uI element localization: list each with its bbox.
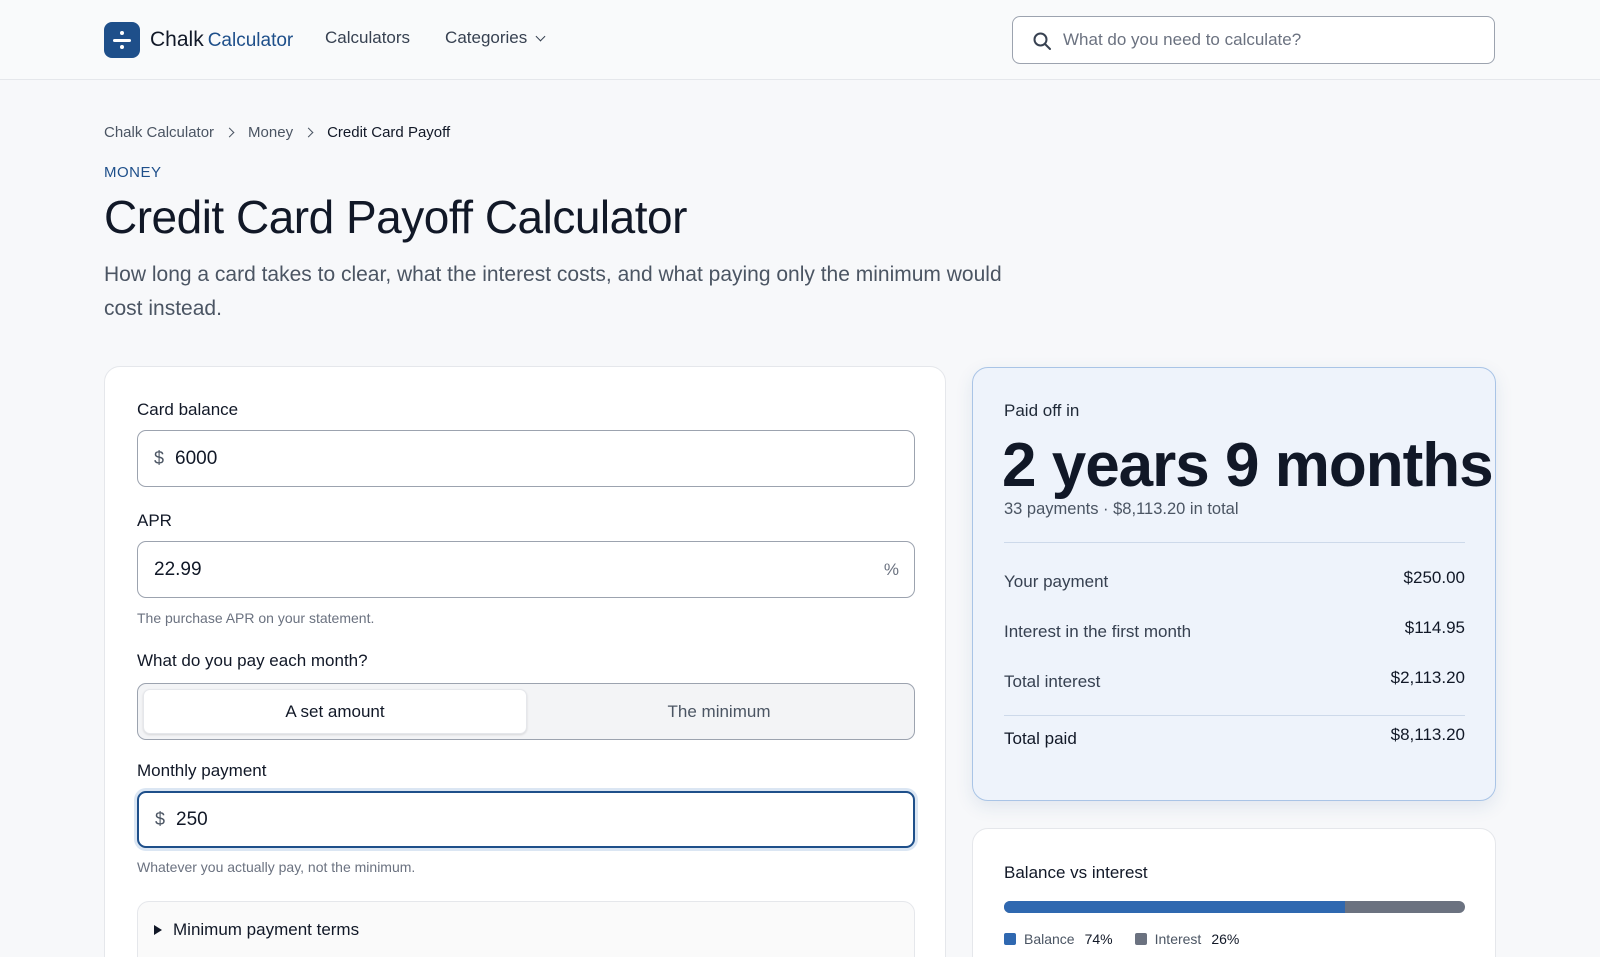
page-description: How long a card takes to clear, what the… (104, 263, 1002, 320)
result-row-value: $2,113.20 (1390, 668, 1465, 687)
pay-mode-set-amount[interactable]: A set amount (143, 689, 527, 734)
balance-vs-interest-title: Balance vs interest (1004, 863, 1148, 882)
interest-legend-pct: 26% (1211, 931, 1240, 947)
balance-legend-label: Balance (1024, 931, 1075, 947)
search-box (1012, 16, 1495, 64)
pay-mode-label: What do you pay each month? (137, 651, 368, 670)
result-row-total-paid: Total paid $8,113.20 (1004, 725, 1465, 749)
minimum-payment-terms-toggle[interactable]: Minimum payment terms (154, 920, 359, 940)
minimum-payment-terms-label: Minimum payment terms (173, 920, 360, 939)
monthly-payment-input[interactable] (165, 793, 913, 846)
result-row-label: Total paid (1004, 729, 1077, 748)
result-summary: Paid off in 2 years 9 months 33 payments… (972, 367, 1496, 801)
balance-interest-legend: Balance 74% Interest 26% (1004, 931, 1261, 947)
page-title: Credit Card Payoff Calculator (104, 191, 687, 243)
calculator-form: Card balance $ APR % The purchase APR on… (104, 366, 946, 957)
chevron-down-icon (535, 31, 546, 41)
site-header: Chalk Calculator Calculators Categories (0, 0, 1600, 80)
nav-calculators-label: Calculators (325, 28, 411, 47)
balance-input[interactable] (164, 431, 914, 486)
main-nav: Calculators Categories (325, 28, 579, 48)
apr-field: % (137, 541, 915, 598)
breadcrumb-money[interactable]: Money (248, 124, 293, 141)
nav-calculators[interactable]: Calculators (325, 28, 410, 48)
apr-suffix: % (883, 560, 899, 579)
pay-mode-set-amount-label: A set amount (285, 701, 385, 721)
interest-legend-label: Interest (1154, 931, 1202, 947)
monthly-payment-hint: Whatever you actually pay, not the minim… (137, 859, 416, 875)
logo-name: Chalk (150, 28, 204, 51)
logo[interactable]: Chalk Calculator (104, 22, 293, 58)
result-row-total-interest: Total interest $2,113.20 (1004, 668, 1465, 692)
apr-hint: The purchase APR on your statement. (137, 610, 375, 626)
pay-mode-minimum[interactable]: The minimum (527, 689, 911, 734)
breadcrumb: Chalk Calculator Money Credit Card Payof… (104, 124, 450, 141)
monthly-payment-prefix: $ (155, 809, 166, 829)
payoff-subline: 33 payments · $8,113.20 in total (1004, 500, 1239, 518)
nav-categories-label: Categories (445, 28, 528, 47)
balance-vs-interest: Balance vs interest Balance 74% Interest… (972, 828, 1496, 957)
interest-swatch (1134, 933, 1147, 945)
pay-mode-toggle: A set amount The minimum (137, 683, 915, 740)
result-row-value: $250.00 (1403, 568, 1465, 587)
result-row-first-interest: Interest in the first month $114.95 (1004, 618, 1465, 642)
balance-bar-fill (1004, 901, 1346, 913)
divider (1004, 715, 1465, 716)
balance-prefix: $ (154, 448, 165, 468)
payoff-time: 2 years 9 months (1002, 431, 1494, 500)
balance-interest-bar (1004, 901, 1465, 913)
search-input[interactable] (1063, 17, 1483, 62)
chevron-right-icon (224, 127, 235, 138)
apr-label: APR (137, 511, 172, 530)
pay-mode-minimum-label: The minimum (667, 701, 771, 721)
breadcrumb-current: Credit Card Payoff (327, 124, 451, 141)
divider (1004, 542, 1465, 543)
disclosure-triangle-icon (154, 925, 162, 935)
result-row-label: Total interest (1004, 672, 1101, 691)
divide-icon (104, 22, 140, 58)
result-row-label: Your payment (1004, 572, 1109, 591)
result-row-label: Interest in the first month (1004, 622, 1192, 641)
nav-categories[interactable]: Categories (445, 28, 546, 48)
chevron-right-icon (303, 127, 314, 138)
balance-label: Card balance (137, 400, 239, 419)
minimum-payment-terms: Minimum payment terms (137, 901, 915, 957)
breadcrumb-home[interactable]: Chalk Calculator (104, 124, 214, 141)
apr-input[interactable] (138, 542, 914, 597)
balance-legend-pct: 74% (1084, 931, 1113, 947)
category-eyebrow: MONEY (104, 164, 162, 181)
result-row-payment: Your payment $250.00 (1004, 568, 1465, 592)
balance-swatch (1004, 933, 1016, 945)
result-row-value: $8,113.20 (1390, 725, 1465, 744)
search-icon (1033, 32, 1051, 50)
logo-text: Chalk Calculator (150, 28, 293, 52)
logo-sub: Calculator (207, 30, 294, 51)
result-row-value: $114.95 (1404, 618, 1465, 637)
monthly-payment-label: Monthly payment (137, 761, 267, 780)
result-label: Paid off in (1004, 401, 1080, 420)
monthly-payment-field: $ (137, 791, 915, 848)
balance-field: $ (137, 430, 915, 487)
